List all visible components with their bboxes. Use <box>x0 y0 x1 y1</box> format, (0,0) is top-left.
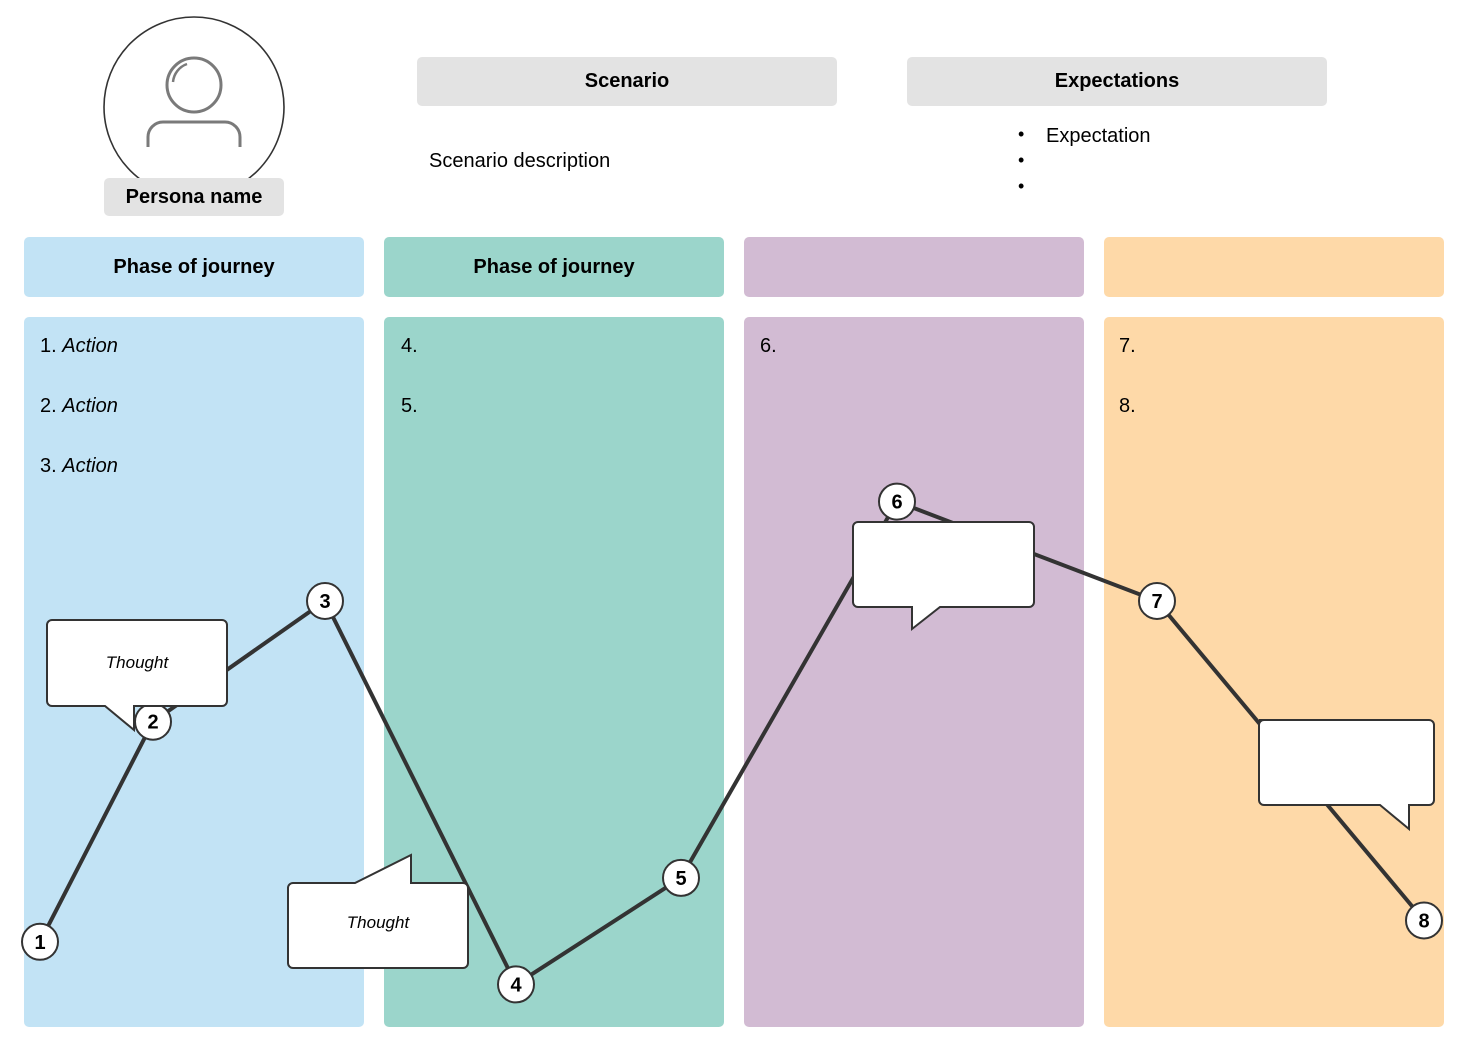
journey-point-label: 1 <box>34 932 45 954</box>
journey-line <box>38 499 1426 987</box>
journey-point-1[interactable]: 1 <box>21 922 59 961</box>
journey-point-8[interactable]: 8 <box>1405 901 1443 940</box>
thought-text: Thought <box>106 653 170 672</box>
thought-bubble[interactable]: Thought <box>287 853 469 969</box>
thought-bubble[interactable] <box>852 521 1035 632</box>
journey-point-7[interactable]: 7 <box>1138 582 1176 620</box>
journey-point-label: 7 <box>1151 591 1162 613</box>
journey-point-label: 6 <box>891 492 902 514</box>
journey-point-label: 8 <box>1418 911 1429 933</box>
journey-point-label: 5 <box>675 868 686 890</box>
journey-segment <box>514 876 683 987</box>
journey-segment <box>38 720 155 943</box>
thought-bubble[interactable] <box>1258 719 1435 832</box>
journey-point-label: 2 <box>147 712 158 734</box>
thought-text: Thought <box>347 913 411 932</box>
journey-point-5[interactable]: 5 <box>662 858 700 897</box>
journey-point-6[interactable]: 6 <box>878 482 916 521</box>
journey-point-3[interactable]: 3 <box>306 582 344 620</box>
journey-point-2[interactable]: 2 <box>134 702 172 741</box>
journey-point-4[interactable]: 4 <box>497 965 535 1004</box>
journey-line-chart: 1 2 3 4 5 6 7 8 Thought Thought <box>21 482 1443 1004</box>
journey-point-label: 3 <box>319 591 330 613</box>
journey-point-label: 4 <box>510 974 522 996</box>
